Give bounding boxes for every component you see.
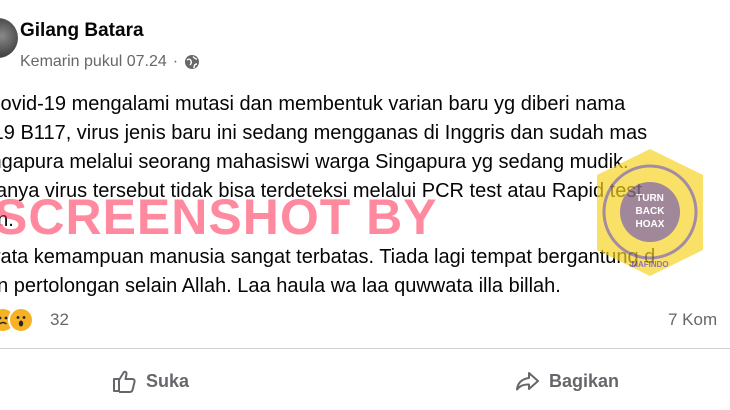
post-body-line: -19 B117, virus jenis baru ini sedang me… bbox=[0, 122, 648, 144]
post-body-line: on pertolongan selain Allah. Laa haula w… bbox=[0, 275, 561, 297]
like-button[interactable]: Suka bbox=[110, 367, 189, 395]
like-label: Suka bbox=[146, 370, 190, 391]
post-body-line: ingapura melalui seorang mahasiswi warga… bbox=[0, 151, 629, 173]
post-author-name[interactable]: Gilang Batara bbox=[20, 20, 144, 42]
author-avatar[interactable] bbox=[0, 18, 18, 58]
comment-count[interactable]: 7 Kom bbox=[668, 310, 717, 330]
share-label: Bagikan bbox=[549, 370, 620, 391]
wow-reaction-icon bbox=[8, 307, 34, 333]
globe-icon[interactable] bbox=[184, 54, 200, 70]
post-body-line: en. bbox=[0, 209, 14, 231]
reactions-summary[interactable]: 32 bbox=[0, 307, 69, 333]
post-body-line: wata kemampuan manusia sangat terbatas. … bbox=[0, 246, 656, 268]
divider bbox=[0, 348, 730, 349]
post-meta: Kemarin pukul 07.24 · bbox=[20, 53, 200, 71]
meta-separator: · bbox=[172, 53, 179, 70]
share-button[interactable]: Bagikan bbox=[513, 367, 619, 395]
post-body-line: kanya virus tersebut tidak bisa terdetek… bbox=[0, 180, 642, 202]
post-body: Covid-19 mengalami mutasi dan membentuk … bbox=[0, 90, 730, 301]
reaction-count[interactable]: 32 bbox=[50, 310, 69, 330]
post-timestamp[interactable]: Kemarin pukul 07.24 bbox=[20, 53, 167, 71]
post-body-line: Covid-19 mengalami mutasi dan membentuk … bbox=[0, 93, 626, 115]
share-arrow-icon bbox=[516, 372, 539, 391]
thumbs-up-icon bbox=[113, 370, 136, 393]
